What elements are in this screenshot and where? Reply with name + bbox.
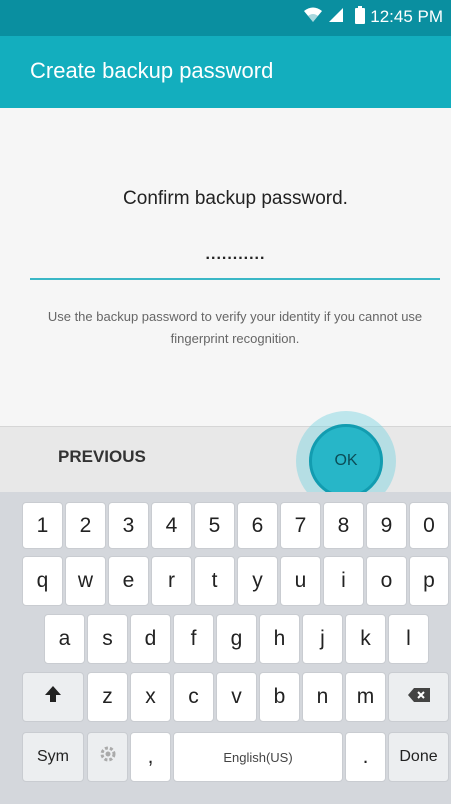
shift-icon [44,685,62,709]
signal-icon [328,7,344,28]
key-i[interactable]: i [323,556,364,606]
confirm-prompt: Confirm backup password. [123,188,348,209]
backspace-icon [407,685,431,709]
key-w[interactable]: w [65,556,106,606]
key-h[interactable]: h [259,614,300,664]
password-form: Confirm backup password. ........... Use… [0,108,451,426]
key-n[interactable]: n [302,672,343,722]
key-8[interactable]: 8 [323,502,364,549]
key-7[interactable]: 7 [280,502,321,549]
key-5[interactable]: 5 [194,502,235,549]
period-key[interactable]: . [345,732,386,782]
keyboard: 1 2 3 4 5 6 7 8 9 0 q w e r t y u i o p … [0,492,451,804]
key-e[interactable]: e [108,556,149,606]
key-q[interactable]: q [22,556,63,606]
wifi-icon [303,7,323,28]
key-a[interactable]: a [44,614,85,664]
key-r[interactable]: r [151,556,192,606]
page-title: Create backup password [30,58,274,83]
status-time: 12:45 PM [370,7,443,26]
key-m[interactable]: m [345,672,386,722]
password-field[interactable]: ........... [0,246,451,264]
password-field-underline [30,278,440,280]
status-bar: 12:45 PM [0,0,451,36]
key-0[interactable]: 0 [409,502,449,549]
key-9[interactable]: 9 [366,502,407,549]
status-icons: 12:45 PM [303,5,443,29]
key-y[interactable]: y [237,556,278,606]
key-l[interactable]: l [388,614,429,664]
done-key[interactable]: Done [388,732,449,782]
ok-button[interactable]: OK [309,424,383,498]
key-b[interactable]: b [259,672,300,722]
key-t[interactable]: t [194,556,235,606]
gear-icon [98,744,118,770]
key-x[interactable]: x [130,672,171,722]
key-s[interactable]: s [87,614,128,664]
shift-key[interactable] [22,672,84,722]
key-2[interactable]: 2 [65,502,106,549]
key-p[interactable]: p [409,556,449,606]
backspace-key[interactable] [388,672,449,722]
comma-key[interactable]: , [130,732,171,782]
helper-text: Use the backup password to verify your i… [47,309,423,346]
settings-key[interactable] [87,732,128,782]
key-3[interactable]: 3 [108,502,149,549]
key-v[interactable]: v [216,672,257,722]
key-u[interactable]: u [280,556,321,606]
key-g[interactable]: g [216,614,257,664]
battery-icon [355,5,366,29]
previous-button[interactable]: PREVIOUS [58,447,146,467]
key-f[interactable]: f [173,614,214,664]
key-j[interactable]: j [302,614,343,664]
sym-key[interactable]: Sym [22,732,84,782]
key-c[interactable]: c [173,672,214,722]
key-z[interactable]: z [87,672,128,722]
key-d[interactable]: d [130,614,171,664]
key-6[interactable]: 6 [237,502,278,549]
space-key[interactable]: English(US) [173,732,343,782]
key-k[interactable]: k [345,614,386,664]
app-bar: Create backup password [0,36,451,108]
key-4[interactable]: 4 [151,502,192,549]
key-1[interactable]: 1 [22,502,63,549]
key-o[interactable]: o [366,556,407,606]
